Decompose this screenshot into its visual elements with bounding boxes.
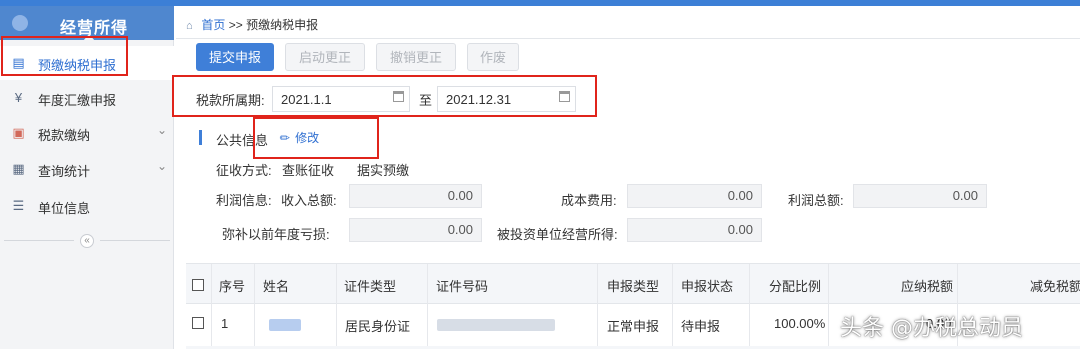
cancel-correction-button[interactable]: 撤销更正 <box>376 43 456 71</box>
column-header: 减免税额 <box>1030 279 1080 294</box>
divider <box>176 38 1080 39</box>
cost-label: 成本费用: <box>561 193 617 208</box>
tax-period-label: 税款所属期: <box>196 93 265 108</box>
watermark: 头条 @办税总动员 <box>840 316 1023 341</box>
prior-year-loss-field[interactable]: 0.00 <box>349 218 482 242</box>
breadcrumb-separator: >> <box>228 18 243 32</box>
redacted-name <box>269 319 301 331</box>
cost-field[interactable]: 0.00 <box>627 184 762 208</box>
yen-icon: ¥ <box>14 90 23 105</box>
column-divider <box>254 264 255 349</box>
column-divider <box>427 264 428 349</box>
column-header: 证件号码 <box>436 279 489 294</box>
column-divider <box>597 264 598 349</box>
column-header: 申报状态 <box>681 279 734 294</box>
total-income-field[interactable]: 0.00 <box>349 184 482 208</box>
redacted-id-number <box>437 319 555 331</box>
chevron-down-icon: ⌄ <box>157 159 168 173</box>
chevron-down-icon: ⌄ <box>157 123 168 137</box>
levy-method-label: 征收方式: <box>216 163 272 178</box>
sidebar-item-label: 单位信息 <box>38 201 91 216</box>
column-divider <box>828 264 829 349</box>
clipboard-icon: ▤ <box>12 55 25 70</box>
period-end-value: 2021.12.31 <box>446 92 512 107</box>
invested-unit-income-field[interactable]: 0.00 <box>627 218 762 242</box>
row-declaration-type: 正常申报 <box>607 319 660 334</box>
row-seq: 1 <box>221 316 229 331</box>
column-header: 申报类型 <box>607 279 660 294</box>
column-header: 序号 <box>219 279 246 294</box>
divider <box>100 240 170 241</box>
invested-unit-income-label: 被投资单位经营所得: <box>497 227 618 242</box>
total-income-label: 收入总额: <box>281 193 337 208</box>
column-header: 应纳税额 <box>901 279 954 294</box>
monitor-icon: ▣ <box>12 125 25 140</box>
sidebar-item-prepaid-declaration[interactable]: ▤ 预缴纳税申报 <box>0 46 174 80</box>
breadcrumb: ⌂ 首页 >> 预缴纳税申报 <box>186 16 318 33</box>
row-id-type: 居民身份证 <box>345 319 411 334</box>
breadcrumb-current: 预缴纳税申报 <box>246 18 319 32</box>
select-all-checkbox[interactable] <box>192 279 204 291</box>
sidebar-item-tax-payment[interactable]: ▣ 税款缴纳 ⌄ <box>0 116 174 150</box>
period-start-date-input[interactable]: 2021.1.1 <box>272 86 410 112</box>
sidebar-item-label: 税款缴纳 <box>38 128 91 143</box>
edit-public-info-link[interactable]: ✎ 修改 <box>276 129 320 147</box>
void-button[interactable]: 作废 <box>467 43 519 71</box>
submit-declaration-button[interactable]: 提交申报 <box>196 43 274 71</box>
sidebar: 经营所得 ▤ 预缴纳税申报 ¥ 年度汇缴申报 ▣ 税款缴纳 ⌄ ▦ 查询统计 ⌄… <box>0 6 174 349</box>
column-divider <box>211 264 212 349</box>
period-start-value: 2021.1.1 <box>281 92 332 107</box>
row-declaration-status: 待申报 <box>681 319 721 334</box>
column-divider <box>672 264 673 349</box>
home-icon: ⌂ <box>186 20 193 32</box>
divider <box>4 240 74 241</box>
period-end-date-input[interactable]: 2021.12.31 <box>437 86 576 112</box>
sidebar-item-query-statistics[interactable]: ▦ 查询统计 ⌄ <box>0 152 174 186</box>
sidebar-header-notch <box>83 34 95 41</box>
levy-method-value-2: 据实预缴 <box>357 163 410 178</box>
section-title-public-info: 公共信息 <box>216 133 269 148</box>
breadcrumb-home[interactable]: 首页 <box>201 18 225 32</box>
prior-year-loss-label: 弥补以前年度亏损: <box>222 227 330 242</box>
list-icon: ☰ <box>12 198 25 213</box>
collapse-sidebar-button[interactable]: « <box>80 234 94 248</box>
sidebar-item-label: 年度汇缴申报 <box>38 93 117 108</box>
calendar-icon[interactable] <box>393 91 404 102</box>
row-checkbox[interactable] <box>192 317 204 329</box>
calendar-icon[interactable] <box>559 91 570 102</box>
column-divider <box>749 264 750 349</box>
section-marker <box>199 130 202 145</box>
column-divider <box>336 264 337 349</box>
total-profit-field[interactable]: 0.00 <box>853 184 987 208</box>
sidebar-item-label: 预缴纳税申报 <box>38 58 117 73</box>
document-search-icon: ▦ <box>12 161 25 176</box>
row-ratio: 100.00% <box>774 316 826 331</box>
tax-logo-icon <box>12 15 28 31</box>
sidebar-header: 经营所得 <box>0 6 174 41</box>
total-profit-label: 利润总额: <box>788 193 844 208</box>
sidebar-item-annual-settlement[interactable]: ¥ 年度汇缴申报 <box>0 81 174 115</box>
start-correction-button[interactable]: 启动更正 <box>285 43 365 71</box>
column-header: 证件类型 <box>344 279 397 294</box>
period-to-label: 至 <box>419 93 433 108</box>
sidebar-collapse: « <box>0 234 174 248</box>
pencil-icon: ✎ <box>276 129 294 147</box>
sidebar-item-unit-info[interactable]: ☰ 单位信息 <box>0 189 174 223</box>
levy-method-value: 查账征收 <box>282 163 335 178</box>
profit-info-label: 利润信息: <box>216 193 272 208</box>
sidebar-item-label: 查询统计 <box>38 164 91 179</box>
column-header: 分配比例 <box>769 279 822 294</box>
column-header: 姓名 <box>263 279 290 294</box>
edit-label: 修改 <box>295 131 320 145</box>
